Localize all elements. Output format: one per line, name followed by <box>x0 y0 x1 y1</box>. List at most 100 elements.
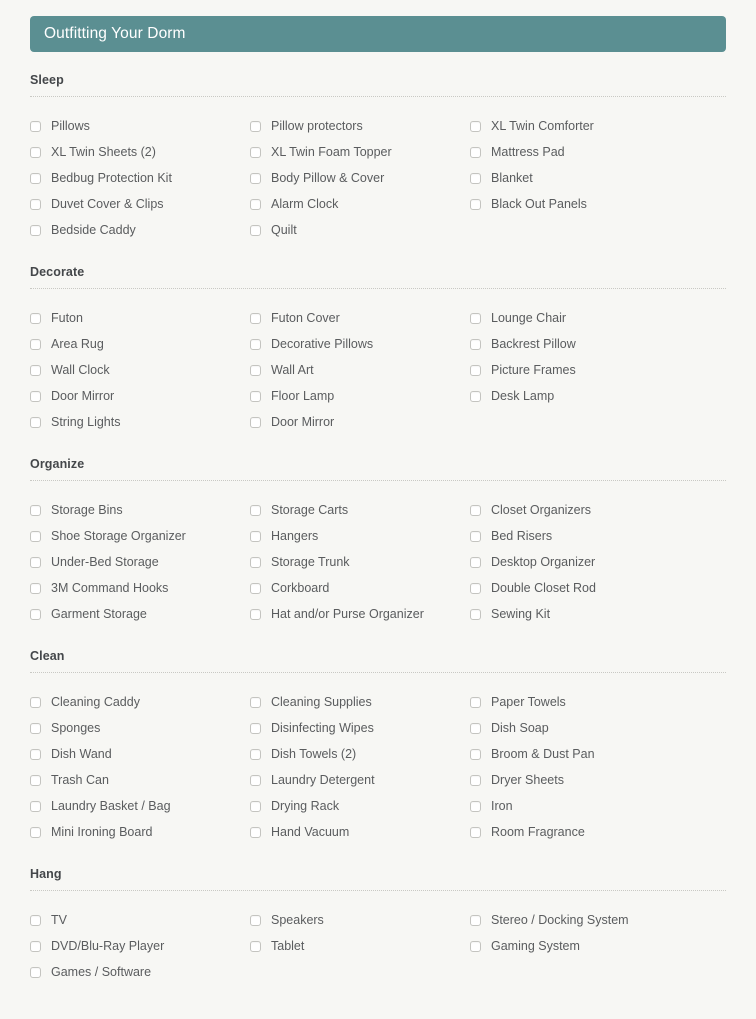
checklist-item[interactable]: Duvet Cover & Clips <box>30 191 250 217</box>
checkbox-icon[interactable] <box>470 914 481 926</box>
checkbox-icon[interactable] <box>470 312 481 324</box>
checkbox-icon[interactable] <box>250 312 261 324</box>
checklist-item[interactable]: Hand Vacuum <box>250 819 470 845</box>
checkbox-icon[interactable] <box>30 748 41 760</box>
checkbox-icon[interactable] <box>470 146 481 158</box>
checklist-item[interactable]: Bed Risers <box>470 523 726 549</box>
checkbox-icon[interactable] <box>470 120 481 132</box>
checklist-item[interactable]: Stereo / Docking System <box>470 907 726 933</box>
checkbox-icon[interactable] <box>470 826 481 838</box>
checklist-item[interactable]: Sewing Kit <box>470 601 726 627</box>
checklist-item[interactable]: Dish Soap <box>470 715 726 741</box>
checkbox-icon[interactable] <box>470 556 481 568</box>
checklist-item[interactable]: Double Closet Rod <box>470 575 726 601</box>
checklist-item[interactable]: Blanket <box>470 165 726 191</box>
checklist-item[interactable]: Laundry Detergent <box>250 767 470 793</box>
checklist-item[interactable]: Mattress Pad <box>470 139 726 165</box>
checklist-item[interactable]: Under-Bed Storage <box>30 549 250 575</box>
checkbox-icon[interactable] <box>250 390 261 402</box>
checklist-item[interactable]: Decorative Pillows <box>250 331 470 357</box>
checkbox-icon[interactable] <box>470 530 481 542</box>
checklist-item[interactable]: Iron <box>470 793 726 819</box>
checklist-item[interactable]: Bedside Caddy <box>30 217 250 243</box>
checkbox-icon[interactable] <box>470 722 481 734</box>
checklist-item[interactable]: Room Fragrance <box>470 819 726 845</box>
checkbox-icon[interactable] <box>470 608 481 620</box>
checkbox-icon[interactable] <box>470 198 481 210</box>
checkbox-icon[interactable] <box>470 364 481 376</box>
checklist-item[interactable]: XL Twin Comforter <box>470 113 726 139</box>
checkbox-icon[interactable] <box>30 722 41 734</box>
checkbox-icon[interactable] <box>250 504 261 516</box>
checkbox-icon[interactable] <box>250 364 261 376</box>
checkbox-icon[interactable] <box>470 390 481 402</box>
checklist-item[interactable]: Games / Software <box>30 959 250 985</box>
checkbox-icon[interactable] <box>30 504 41 516</box>
checkbox-icon[interactable] <box>250 608 261 620</box>
checkbox-icon[interactable] <box>470 748 481 760</box>
checklist-item[interactable]: Desktop Organizer <box>470 549 726 575</box>
checkbox-icon[interactable] <box>30 582 41 594</box>
checklist-item[interactable]: Desk Lamp <box>470 383 726 409</box>
checklist-item[interactable]: Futon <box>30 305 250 331</box>
checkbox-icon[interactable] <box>30 172 41 184</box>
checkbox-icon[interactable] <box>470 172 481 184</box>
checklist-item[interactable]: Disinfecting Wipes <box>250 715 470 741</box>
checkbox-icon[interactable] <box>250 914 261 926</box>
checklist-item[interactable]: Sponges <box>30 715 250 741</box>
checkbox-icon[interactable] <box>250 172 261 184</box>
checklist-item[interactable]: Door Mirror <box>30 383 250 409</box>
checklist-item[interactable]: Backrest Pillow <box>470 331 726 357</box>
checklist-item[interactable]: Futon Cover <box>250 305 470 331</box>
checklist-item[interactable]: Wall Clock <box>30 357 250 383</box>
checklist-item[interactable]: Corkboard <box>250 575 470 601</box>
checklist-item[interactable]: Gaming System <box>470 933 726 959</box>
checklist-item[interactable]: Alarm Clock <box>250 191 470 217</box>
checklist-item[interactable]: Closet Organizers <box>470 497 726 523</box>
checkbox-icon[interactable] <box>30 914 41 926</box>
checkbox-icon[interactable] <box>250 416 261 428</box>
checkbox-icon[interactable] <box>250 530 261 542</box>
checklist-item[interactable]: Storage Trunk <box>250 549 470 575</box>
checkbox-icon[interactable] <box>30 530 41 542</box>
checklist-item[interactable]: Area Rug <box>30 331 250 357</box>
checklist-item[interactable]: Mini Ironing Board <box>30 819 250 845</box>
checkbox-icon[interactable] <box>30 608 41 620</box>
checklist-item[interactable]: Trash Can <box>30 767 250 793</box>
checklist-item[interactable]: Lounge Chair <box>470 305 726 331</box>
checkbox-icon[interactable] <box>250 940 261 952</box>
checklist-item[interactable]: Tablet <box>250 933 470 959</box>
checkbox-icon[interactable] <box>250 198 261 210</box>
checkbox-icon[interactable] <box>250 224 261 236</box>
checkbox-icon[interactable] <box>30 800 41 812</box>
checklist-item[interactable]: Cleaning Supplies <box>250 689 470 715</box>
checkbox-icon[interactable] <box>30 826 41 838</box>
checkbox-icon[interactable] <box>250 826 261 838</box>
checkbox-icon[interactable] <box>30 940 41 952</box>
checkbox-icon[interactable] <box>30 312 41 324</box>
checkbox-icon[interactable] <box>470 940 481 952</box>
checklist-item[interactable]: Laundry Basket / Bag <box>30 793 250 819</box>
checkbox-icon[interactable] <box>470 800 481 812</box>
checklist-item[interactable]: Hat and/or Purse Organizer <box>250 601 470 627</box>
checklist-item[interactable]: Dish Towels (2) <box>250 741 470 767</box>
checkbox-icon[interactable] <box>250 800 261 812</box>
checkbox-icon[interactable] <box>250 120 261 132</box>
checklist-item[interactable]: Storage Carts <box>250 497 470 523</box>
checklist-item[interactable]: XL Twin Foam Topper <box>250 139 470 165</box>
checkbox-icon[interactable] <box>470 338 481 350</box>
checkbox-icon[interactable] <box>30 390 41 402</box>
checklist-item[interactable]: Door Mirror <box>250 409 470 435</box>
checkbox-icon[interactable] <box>250 774 261 786</box>
checkbox-icon[interactable] <box>250 146 261 158</box>
checklist-item[interactable]: DVD/Blu-Ray Player <box>30 933 250 959</box>
checkbox-icon[interactable] <box>470 582 481 594</box>
checklist-item[interactable]: XL Twin Sheets (2) <box>30 139 250 165</box>
checkbox-icon[interactable] <box>30 416 41 428</box>
checkbox-icon[interactable] <box>30 364 41 376</box>
checkbox-icon[interactable] <box>30 556 41 568</box>
checklist-item[interactable]: Wall Art <box>250 357 470 383</box>
checkbox-icon[interactable] <box>30 774 41 786</box>
checkbox-icon[interactable] <box>470 696 481 708</box>
checklist-item[interactable]: Cleaning Caddy <box>30 689 250 715</box>
